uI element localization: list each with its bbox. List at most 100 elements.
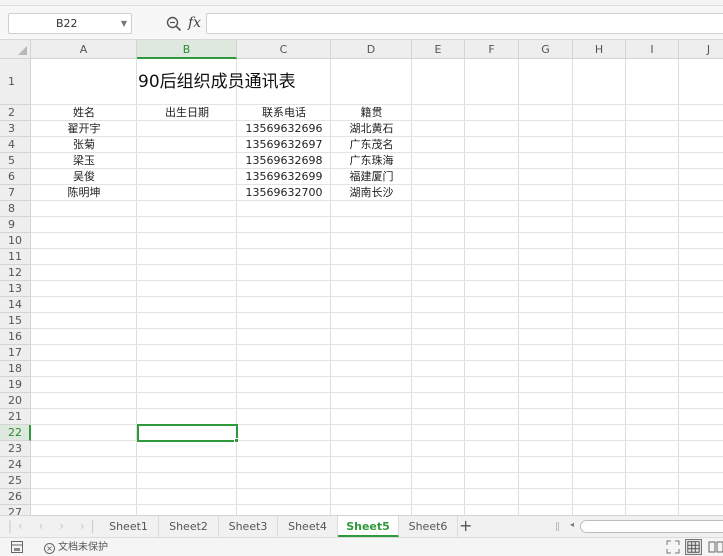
- row-header-1[interactable]: 1: [0, 59, 31, 105]
- data-cell-name[interactable]: 梁玉: [31, 153, 137, 169]
- data-cell-birth[interactable]: [137, 185, 237, 201]
- data-cell-phone[interactable]: 13569632697: [237, 137, 331, 153]
- row-header-21[interactable]: 21: [0, 409, 31, 425]
- gridline-horizontal: [31, 456, 723, 457]
- fill-handle[interactable]: [234, 438, 239, 443]
- row-header-15[interactable]: 15: [0, 313, 31, 329]
- column-header-b[interactable]: B: [137, 40, 237, 59]
- name-box[interactable]: B22 ▼: [8, 13, 132, 34]
- column-header-c[interactable]: C: [237, 40, 331, 59]
- horizontal-scrollbar[interactable]: [580, 520, 723, 533]
- header-cell[interactable]: 姓名: [31, 105, 137, 121]
- data-cell-phone[interactable]: 13569632700: [237, 185, 331, 201]
- row-header-8[interactable]: 8: [0, 201, 31, 217]
- data-cell-name[interactable]: 吴俊: [31, 169, 137, 185]
- name-box-value: B22: [56, 17, 78, 30]
- formula-input[interactable]: [206, 13, 723, 34]
- gridline-vertical: [464, 59, 465, 515]
- sheet-tab-sheet4[interactable]: Sheet4: [278, 516, 338, 537]
- row-header-26[interactable]: 26: [0, 489, 31, 505]
- zoom-icon[interactable]: [166, 16, 182, 32]
- column-header-j[interactable]: J: [679, 40, 723, 59]
- spreadsheet-grid[interactable]: ABCDEFGHIJ 1 2 3 4 5 6 7 8 9 10 11 12 13 14 15 16 17 18 19…: [0, 40, 723, 515]
- row-header-3[interactable]: 3: [0, 121, 31, 137]
- row-header-14[interactable]: 14: [0, 297, 31, 313]
- sheet-tab-sheet5[interactable]: Sheet5: [338, 516, 399, 537]
- row-header-17[interactable]: 17: [0, 345, 31, 361]
- tab-split-handle-icon[interactable]: [556, 522, 559, 531]
- sheet-tab-sheet3[interactable]: Sheet3: [219, 516, 278, 537]
- row-header-7[interactable]: 7: [0, 185, 31, 201]
- row-header-20[interactable]: 20: [0, 393, 31, 409]
- row-header-22[interactable]: 22: [0, 425, 31, 441]
- gridline-horizontal: [31, 424, 723, 425]
- data-cell-origin[interactable]: 广东珠海: [331, 153, 412, 169]
- row-header-12[interactable]: 12: [0, 265, 31, 281]
- document-status-icon[interactable]: [10, 540, 24, 554]
- data-cell-birth[interactable]: [137, 137, 237, 153]
- column-header-g[interactable]: G: [519, 40, 573, 59]
- row-header-10[interactable]: 10: [0, 233, 31, 249]
- select-all-corner[interactable]: [0, 40, 31, 59]
- normal-view-icon[interactable]: [685, 539, 702, 555]
- row-header-11[interactable]: 11: [0, 249, 31, 265]
- formula-bar: B22 ▼ fx: [0, 6, 723, 40]
- data-cell-origin[interactable]: 湖北黄石: [331, 121, 412, 137]
- row-header-27[interactable]: 27: [0, 505, 31, 515]
- row-header-16[interactable]: 16: [0, 329, 31, 345]
- row-header-5[interactable]: 5: [0, 153, 31, 169]
- row-header-2[interactable]: 2: [0, 105, 31, 121]
- data-cell-name[interactable]: 张菊: [31, 137, 137, 153]
- row-header-4[interactable]: 4: [0, 137, 31, 153]
- column-header-a[interactable]: A: [31, 40, 137, 59]
- data-cell-birth[interactable]: [137, 153, 237, 169]
- sheet-title-cell[interactable]: 90后组织成员通讯表: [31, 59, 411, 105]
- data-cell-origin[interactable]: 湖南长沙: [331, 185, 412, 201]
- gridline-horizontal: [31, 360, 723, 361]
- data-cell-phone[interactable]: 13569632698: [237, 153, 331, 169]
- sheet-tab-bar: |‹ ‹ › ›| Sheet1 Sheet2 Sheet3 Sheet4 Sheet5…: [0, 515, 723, 537]
- row-header-25[interactable]: 25: [0, 473, 31, 489]
- sheet-tab-sheet1[interactable]: Sheet1: [99, 516, 159, 537]
- gridline-vertical: [678, 59, 679, 515]
- header-cell[interactable]: 籍贯: [331, 105, 412, 121]
- fullscreen-icon[interactable]: [666, 540, 680, 554]
- data-cell-name[interactable]: 陈明坤: [31, 185, 137, 201]
- page-layout-view-icon[interactable]: [708, 540, 723, 554]
- row-header-6[interactable]: 6: [0, 169, 31, 185]
- column-header-i[interactable]: I: [626, 40, 679, 59]
- header-cell[interactable]: 联系电话: [237, 105, 331, 121]
- gridline-horizontal: [31, 296, 723, 297]
- document-protection-status[interactable]: × 文档未保护: [44, 540, 108, 555]
- data-cell-birth[interactable]: [137, 169, 237, 185]
- data-cell-origin[interactable]: 福建厦门: [331, 169, 412, 185]
- scroll-left-icon[interactable]: ◂: [570, 520, 574, 529]
- sheet-tab-sheet2[interactable]: Sheet2: [159, 516, 219, 537]
- gridline-horizontal: [31, 440, 723, 441]
- selected-cell-b22[interactable]: [137, 424, 239, 443]
- fx-icon[interactable]: fx: [188, 14, 201, 32]
- row-header-9[interactable]: 9: [0, 217, 31, 233]
- row-header-23[interactable]: 23: [0, 441, 31, 457]
- sheet-nav-arrows-icon[interactable]: |‹ ‹ › ›|: [8, 519, 101, 533]
- column-header-f[interactable]: F: [465, 40, 519, 59]
- data-cell-name[interactable]: 翟开宇: [31, 121, 137, 137]
- data-cell-phone[interactable]: 13569632696: [237, 121, 331, 137]
- column-header-d[interactable]: D: [331, 40, 412, 59]
- gridline-horizontal: [31, 248, 723, 249]
- gridline-horizontal: [31, 408, 723, 409]
- column-header-h[interactable]: H: [573, 40, 626, 59]
- row-header-13[interactable]: 13: [0, 281, 31, 297]
- chevron-down-icon[interactable]: ▼: [121, 14, 127, 33]
- sheet-tab-sheet6[interactable]: Sheet6: [399, 516, 458, 537]
- row-header-18[interactable]: 18: [0, 361, 31, 377]
- row-header-19[interactable]: 19: [0, 377, 31, 393]
- data-cell-birth[interactable]: [137, 121, 237, 137]
- header-cell[interactable]: 出生日期: [137, 105, 237, 121]
- add-sheet-button[interactable]: +: [459, 515, 472, 537]
- gridline-horizontal: [31, 488, 723, 489]
- data-cell-phone[interactable]: 13569632699: [237, 169, 331, 185]
- row-header-24[interactable]: 24: [0, 457, 31, 473]
- column-header-e[interactable]: E: [412, 40, 465, 59]
- data-cell-origin[interactable]: 广东茂名: [331, 137, 412, 153]
